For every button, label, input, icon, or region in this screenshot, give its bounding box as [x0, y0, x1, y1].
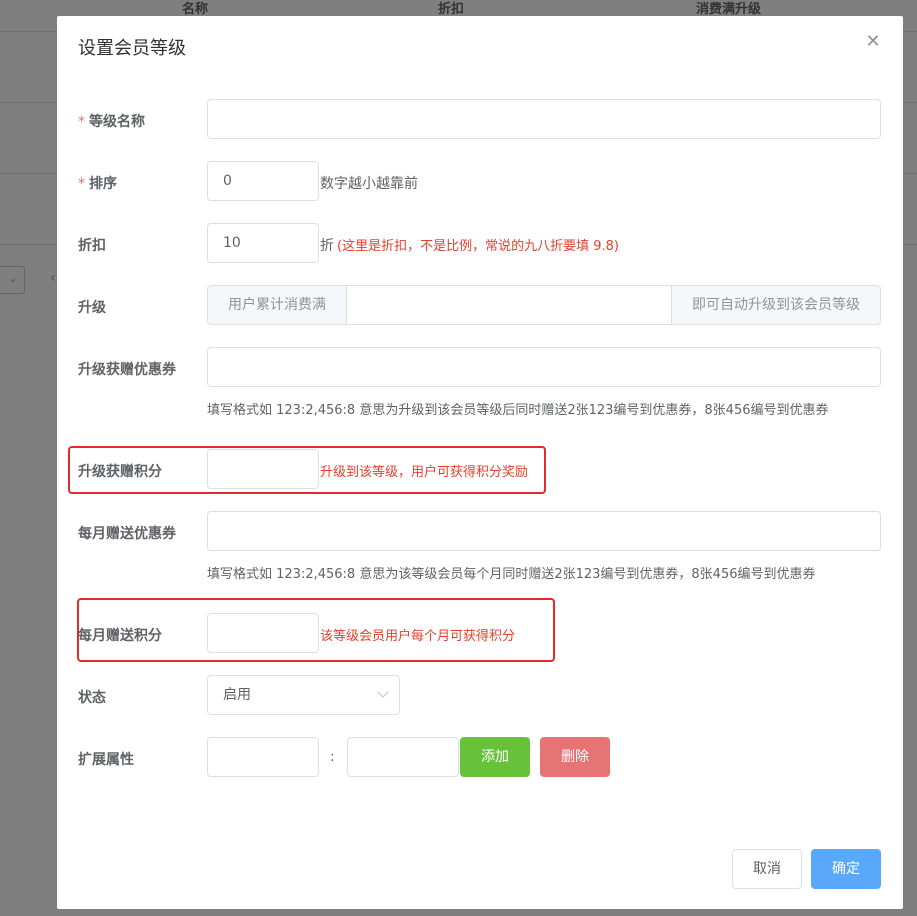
bg-page-size-select: ⌄ — [0, 266, 25, 294]
bg-row-divider — [0, 102, 57, 103]
ext-attr-label: 扩展属性 — [78, 752, 134, 768]
close-icon[interactable]: ✕ — [865, 33, 881, 51]
bg-row-divider — [0, 173, 57, 174]
required-mark: * — [78, 176, 85, 192]
ext-attr-separator: : — [330, 749, 335, 765]
sort-label: * 排序 — [78, 173, 117, 193]
bg-col-name: 名称 — [182, 2, 209, 17]
discount-unit: 折 — [320, 238, 334, 254]
level-name-label: * 等级名称 — [78, 111, 145, 131]
upgrade-amount-input[interactable] — [346, 285, 672, 325]
status-label: 状态 — [78, 690, 106, 706]
ext-attr-key-input[interactable] — [207, 737, 319, 777]
sort-input[interactable]: 0 — [207, 161, 319, 201]
status-select-value: 启用 — [223, 687, 251, 703]
upgrade-points-label: 升级获赠积分 — [78, 464, 162, 480]
delete-attr-button[interactable]: 删除 — [540, 737, 610, 777]
upgrade-points-hint: 升级到该等级，用户可获得积分奖励 — [320, 465, 529, 480]
bg-row-divider — [0, 31, 57, 32]
cancel-button[interactable]: 取消 — [732, 849, 802, 889]
monthly-points-input[interactable] — [207, 613, 319, 653]
monthly-points-label: 每月赠送积分 — [78, 628, 162, 644]
chevron-left-icon: ‹ — [50, 270, 56, 286]
chevron-down-icon: ⌄ — [7, 271, 18, 285]
discount-hint: (这里是折扣，不是比例，常说的九八折要填 9.8) — [337, 239, 619, 254]
bg-col-discount: 折扣 — [438, 2, 465, 17]
background-table-header: 名称 折扣 消费满升级 — [0, 0, 917, 17]
chevron-down-icon — [377, 686, 389, 698]
upgrade-coupon-hint: 填写格式如 123:2,456:8 意思为升级到该会员等级后同时赠送2张123编… — [207, 403, 829, 418]
sort-label-text: 排序 — [89, 176, 117, 192]
monthly-points-hint: 该等级会员用户每个月可获得积分 — [320, 629, 516, 644]
upgrade-coupon-label: 升级获赠优惠券 — [78, 362, 176, 378]
monthly-coupon-input[interactable] — [207, 511, 881, 551]
upgrade-points-input[interactable] — [207, 449, 319, 489]
dialog-title: 设置会员等级 — [78, 38, 186, 59]
required-mark: * — [78, 114, 85, 130]
upgrade-suffix: 即可自动升级到该会员等级 — [671, 285, 881, 325]
ext-attr-value-input[interactable] — [347, 737, 459, 777]
member-level-dialog: 设置会员等级 ✕ * 等级名称 * 排序 0 数字越小越靠前 折扣 10 折 (这里… — [57, 16, 903, 909]
discount-label: 折扣 — [78, 238, 106, 254]
upgrade-prefix: 用户累计消费满 — [207, 285, 347, 325]
level-name-input[interactable] — [207, 99, 881, 139]
add-attr-button[interactable]: 添加 — [460, 737, 530, 777]
sort-hint: 数字越小越靠前 — [320, 176, 418, 192]
discount-input[interactable]: 10 — [207, 223, 319, 263]
upgrade-label: 升级 — [78, 300, 106, 316]
monthly-coupon-label: 每月赠送优惠券 — [78, 526, 176, 542]
monthly-coupon-hint: 填写格式如 123:2,456:8 意思为该等级会员每个月同时赠送2张123编号… — [207, 567, 816, 582]
level-name-label-text: 等级名称 — [89, 114, 145, 130]
bg-row-divider — [0, 244, 57, 245]
status-select[interactable]: 启用 — [207, 675, 400, 715]
confirm-button[interactable]: 确定 — [811, 849, 881, 889]
bg-col-upgrade: 消费满升级 — [696, 2, 762, 17]
upgrade-coupon-input[interactable] — [207, 347, 881, 387]
